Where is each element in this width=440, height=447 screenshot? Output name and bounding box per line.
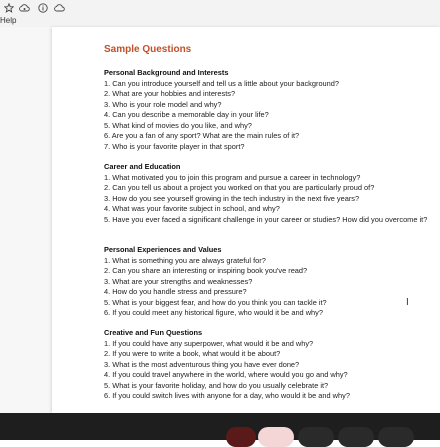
- cloud-icon[interactable]: [54, 2, 65, 13]
- taskbar-button-red[interactable]: [226, 427, 256, 447]
- question-item: 4. If you could travel anywhere in the w…: [104, 370, 348, 379]
- section-personal-background: Personal Background and Interests 1. Can…: [104, 68, 434, 152]
- question-item: 1. What is something you are always grat…: [104, 255, 266, 265]
- document-canvas: Sample Questions Personal Background and…: [0, 27, 440, 413]
- section-heading: Creative and Fun Questions: [104, 328, 203, 337]
- question-item: 3. How do you see yourself growing in th…: [104, 193, 360, 203]
- document-page[interactable]: Sample Questions Personal Background and…: [52, 27, 440, 413]
- question-item: 2. If you were to write a book, what wou…: [104, 349, 281, 358]
- question-item: 1. Can you introduce yourself and tell u…: [104, 78, 340, 88]
- question-item: 3. What is the most adventurous thing yo…: [104, 359, 300, 369]
- question-item: 2. Can you tell us about a project you w…: [104, 183, 375, 192]
- section-creative-fun: Creative and Fun Questions 1. If you cou…: [104, 328, 434, 402]
- star-icon[interactable]: [3, 2, 14, 13]
- question-item: 5. What kind of movies do you like, and …: [104, 120, 252, 130]
- taskbar-button[interactable]: [378, 427, 414, 447]
- section-heading: Personal Background and Interests: [104, 68, 229, 77]
- toolbar: [0, 0, 440, 15]
- info-icon[interactable]: [37, 2, 48, 13]
- section-heading: Personal Experiences and Values: [104, 245, 222, 254]
- taskbar: [0, 413, 440, 447]
- question-item: 6. If you could meet any historical figu…: [104, 308, 323, 317]
- section-personal-experiences: Personal Experiences and Values 1. What …: [104, 245, 434, 319]
- question-item: 5. What is your biggest fear, and how do…: [104, 297, 327, 307]
- question-item: 5. Have you ever faced a significant cha…: [104, 214, 428, 224]
- question-item: 3. What are your strengths and weaknesse…: [104, 276, 253, 286]
- question-item: 7. Who is your favorite player in that s…: [104, 141, 245, 151]
- section-career-education: Career and Education 1. What motivated y…: [104, 162, 434, 225]
- menu-help[interactable]: Help: [0, 15, 16, 27]
- question-item: 5. What is your favorite holiday, and ho…: [104, 380, 329, 390]
- question-item: 6. Are you a fan of any sport? What are …: [104, 131, 300, 140]
- question-item: 2. What are your hobbies and interests?: [104, 89, 236, 98]
- question-item: 1. What motivated you to join this progr…: [104, 172, 361, 182]
- taskbar-button[interactable]: [338, 427, 374, 447]
- question-item: 4. What was your favorite subject in sch…: [104, 204, 280, 213]
- taskbar-button-pink[interactable]: [258, 427, 294, 447]
- section-heading: Career and Education: [104, 162, 181, 171]
- taskbar-button[interactable]: [298, 427, 334, 447]
- question-item: 4. How do you handle stress and pressure…: [104, 287, 247, 296]
- cloud-sync-icon[interactable]: [19, 2, 30, 13]
- menu-bar: Help: [0, 15, 440, 27]
- document-title: Sample Questions: [104, 44, 192, 55]
- question-item: 3. Who is your role model and why?: [104, 99, 222, 109]
- question-item: 6. If you could switch lives with anyone…: [104, 391, 350, 400]
- question-item: 1. If you could have any superpower, wha…: [104, 338, 314, 348]
- text-cursor-icon: I: [406, 297, 409, 308]
- question-item: 4. Can you describe a memorable day in y…: [104, 110, 269, 119]
- question-item: 2. Can you share an interesting or inspi…: [104, 266, 308, 275]
